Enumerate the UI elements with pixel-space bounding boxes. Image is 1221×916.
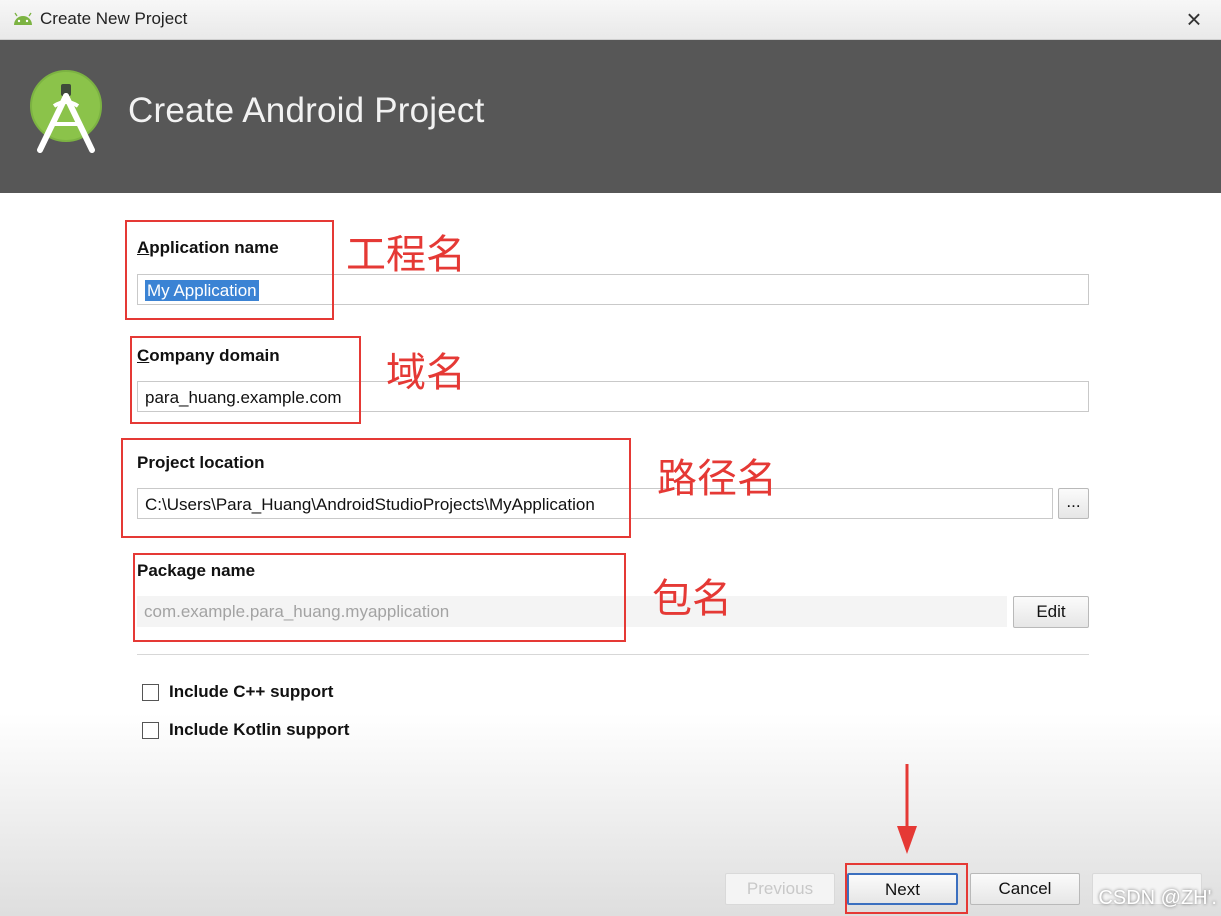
annotation-domain: 域名: [386, 350, 466, 396]
cpp-support-checkbox[interactable]: [142, 684, 159, 701]
kotlin-support-checkbox[interactable]: [142, 722, 159, 739]
edit-package-button[interactable]: Edit: [1013, 596, 1089, 628]
wizard-heading: Create Android Project: [128, 91, 485, 130]
annotation-box-location: [121, 438, 631, 538]
annotation-box-domain: [130, 336, 361, 424]
window-title: Create New Project: [40, 9, 188, 28]
annotation-package: 包名: [652, 576, 732, 622]
title-bar: Create New Project ×: [0, 0, 1221, 40]
annotation-arrow: [897, 764, 917, 854]
cpp-support-label: Include C++ support: [169, 682, 334, 701]
annotation-app-name: 工程名: [346, 232, 466, 278]
annotation-box-package: [133, 553, 626, 642]
annotation-box-next: [845, 863, 968, 914]
browse-button[interactable]: ...: [1058, 488, 1089, 519]
close-icon[interactable]: ×: [1179, 4, 1209, 34]
wizard-header: Create Android Project: [0, 40, 1221, 193]
annotation-location: 路径名: [657, 456, 777, 502]
annotation-box-app-name: [125, 220, 334, 320]
kotlin-support-label: Include Kotlin support: [169, 720, 350, 739]
watermark: CSDN @ZH'.: [1098, 887, 1217, 909]
cancel-button[interactable]: Cancel: [970, 873, 1080, 905]
previous-button[interactable]: Previous: [725, 873, 835, 905]
divider: [137, 654, 1089, 655]
android-icon: [14, 12, 32, 25]
android-studio-logo: [30, 70, 102, 153]
